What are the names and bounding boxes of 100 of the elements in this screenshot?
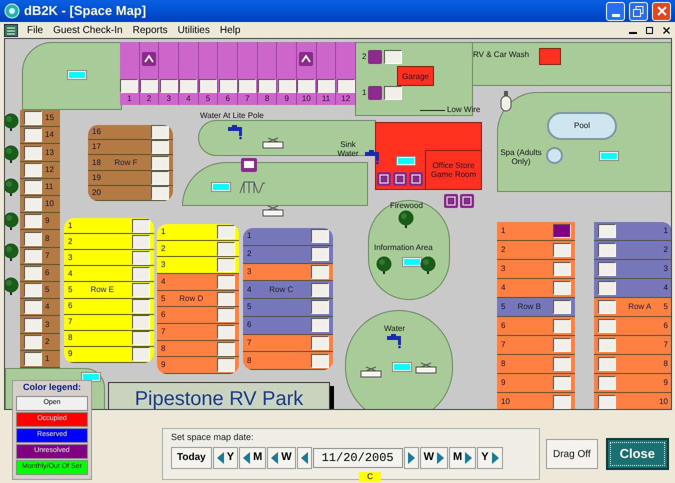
status-box[interactable] bbox=[132, 234, 150, 249]
campsite[interactable]: 4 bbox=[594, 279, 671, 298]
campsite[interactable]: 11 bbox=[316, 42, 336, 105]
campsite[interactable]: 4 bbox=[497, 279, 575, 298]
status-box[interactable] bbox=[132, 282, 150, 297]
campsite[interactable]: 8 bbox=[20, 230, 60, 248]
status-box[interactable] bbox=[311, 247, 329, 262]
campsite[interactable]: 2 bbox=[157, 240, 239, 258]
campsite[interactable]: 8 bbox=[258, 42, 278, 105]
status-box[interactable] bbox=[258, 79, 276, 93]
campsite[interactable]: 15 bbox=[20, 110, 60, 128]
campsite[interactable]: 2 bbox=[497, 241, 575, 260]
campsite[interactable]: 9 bbox=[157, 357, 239, 374]
campsite[interactable]: 20 bbox=[88, 186, 173, 201]
campsite[interactable]: 3 bbox=[497, 260, 575, 279]
status-box[interactable] bbox=[132, 299, 150, 314]
status-box[interactable] bbox=[217, 242, 235, 256]
status-box[interactable] bbox=[132, 331, 150, 346]
campsite[interactable]: 5 Row B bbox=[497, 298, 575, 317]
status-box[interactable] bbox=[24, 111, 42, 126]
campsite[interactable]: 8 bbox=[64, 330, 154, 347]
campsite[interactable]: 3 bbox=[594, 260, 671, 279]
status-box[interactable] bbox=[24, 146, 42, 160]
status-box[interactable] bbox=[598, 243, 616, 257]
status-box[interactable] bbox=[598, 376, 616, 390]
status-box[interactable] bbox=[151, 170, 169, 185]
campsite[interactable]: 6 bbox=[64, 298, 154, 315]
campsite[interactable]: 1 bbox=[20, 350, 60, 368]
status-box[interactable] bbox=[140, 79, 158, 93]
campsite[interactable]: 6 bbox=[157, 307, 239, 324]
status-box[interactable] bbox=[24, 128, 42, 142]
campsite[interactable]: 7 bbox=[238, 42, 258, 105]
campsite[interactable]: 10 bbox=[594, 393, 671, 409]
status-box[interactable] bbox=[598, 224, 616, 238]
date-step-button[interactable]: Y bbox=[477, 446, 503, 468]
status-box[interactable] bbox=[217, 292, 235, 306]
campsite[interactable]: 4 bbox=[64, 266, 154, 282]
status-box[interactable] bbox=[218, 79, 237, 93]
status-box[interactable] bbox=[24, 180, 42, 194]
campsite[interactable]: 10 bbox=[497, 393, 575, 409]
status-box[interactable] bbox=[384, 86, 402, 100]
campsite[interactable]: 12 bbox=[336, 42, 356, 105]
status-box[interactable] bbox=[238, 79, 256, 93]
date-step-button[interactable]: M bbox=[449, 446, 476, 468]
date-step-button[interactable]: W bbox=[420, 446, 448, 468]
campsite[interactable]: 5 Row E bbox=[64, 282, 154, 299]
status-box[interactable] bbox=[553, 262, 571, 276]
status-box[interactable] bbox=[311, 264, 329, 279]
status-box[interactable] bbox=[336, 79, 355, 93]
campsite[interactable]: 5 bbox=[20, 282, 60, 300]
menu-item[interactable]: Reports bbox=[132, 22, 169, 38]
campsite[interactable]: 2 bbox=[140, 42, 160, 105]
campsite[interactable]: Row A 5 bbox=[594, 298, 671, 317]
status-box[interactable] bbox=[24, 352, 42, 366]
status-box[interactable] bbox=[217, 224, 235, 239]
campsite[interactable]: 1 bbox=[594, 222, 671, 241]
close-button[interactable]: Close bbox=[606, 438, 670, 470]
status-box[interactable] bbox=[179, 79, 198, 93]
campsite[interactable]: 4 Row C bbox=[243, 281, 333, 299]
status-box[interactable] bbox=[24, 162, 42, 177]
status-box[interactable] bbox=[151, 125, 169, 140]
date-step-button[interactable]: Y bbox=[212, 446, 238, 468]
status-box[interactable] bbox=[132, 218, 150, 233]
status-box[interactable] bbox=[217, 358, 235, 372]
status-box[interactable] bbox=[317, 79, 336, 93]
campsite[interactable]: 4 bbox=[179, 42, 199, 105]
campsite[interactable]: 16 bbox=[88, 125, 173, 140]
campsite[interactable]: 7 bbox=[243, 334, 333, 352]
status-box[interactable] bbox=[217, 274, 235, 289]
campsite[interactable]: 2 bbox=[243, 246, 333, 264]
status-box[interactable] bbox=[217, 308, 235, 322]
minimize-button[interactable] bbox=[606, 2, 625, 20]
campsite[interactable]: 12 bbox=[20, 162, 60, 179]
campsite[interactable]: 3 bbox=[159, 42, 180, 105]
status-box[interactable] bbox=[24, 334, 42, 349]
status-box[interactable] bbox=[217, 324, 235, 339]
campsite[interactable]: 1 bbox=[157, 224, 239, 241]
status-box[interactable] bbox=[311, 282, 329, 297]
campsite[interactable]: 8 bbox=[594, 355, 671, 374]
menu-item[interactable]: File bbox=[26, 22, 44, 38]
campsite[interactable]: 9 bbox=[497, 374, 575, 393]
status-box[interactable] bbox=[132, 315, 150, 330]
close-button[interactable] bbox=[652, 2, 671, 20]
status-box[interactable] bbox=[598, 395, 616, 409]
campsite[interactable]: 4 bbox=[20, 299, 60, 316]
status-box[interactable] bbox=[199, 79, 218, 93]
campsite[interactable]: 7 bbox=[594, 336, 671, 355]
status-box[interactable] bbox=[553, 243, 571, 257]
status-box[interactable] bbox=[553, 281, 571, 295]
status-box[interactable] bbox=[384, 50, 402, 64]
campsite[interactable]: 17 bbox=[88, 140, 173, 156]
maximize-button[interactable] bbox=[629, 2, 648, 20]
menu-item[interactable]: Help bbox=[218, 22, 242, 38]
drag-off-button[interactable]: Drag Off bbox=[546, 439, 598, 469]
campsite[interactable]: 10 bbox=[20, 196, 60, 214]
status-box[interactable] bbox=[24, 318, 42, 332]
campsite[interactable]: 9 bbox=[594, 374, 671, 393]
status-box[interactable] bbox=[24, 232, 42, 246]
campsite[interactable]: 8 bbox=[243, 352, 333, 370]
campsite[interactable]: 7 bbox=[20, 248, 60, 265]
